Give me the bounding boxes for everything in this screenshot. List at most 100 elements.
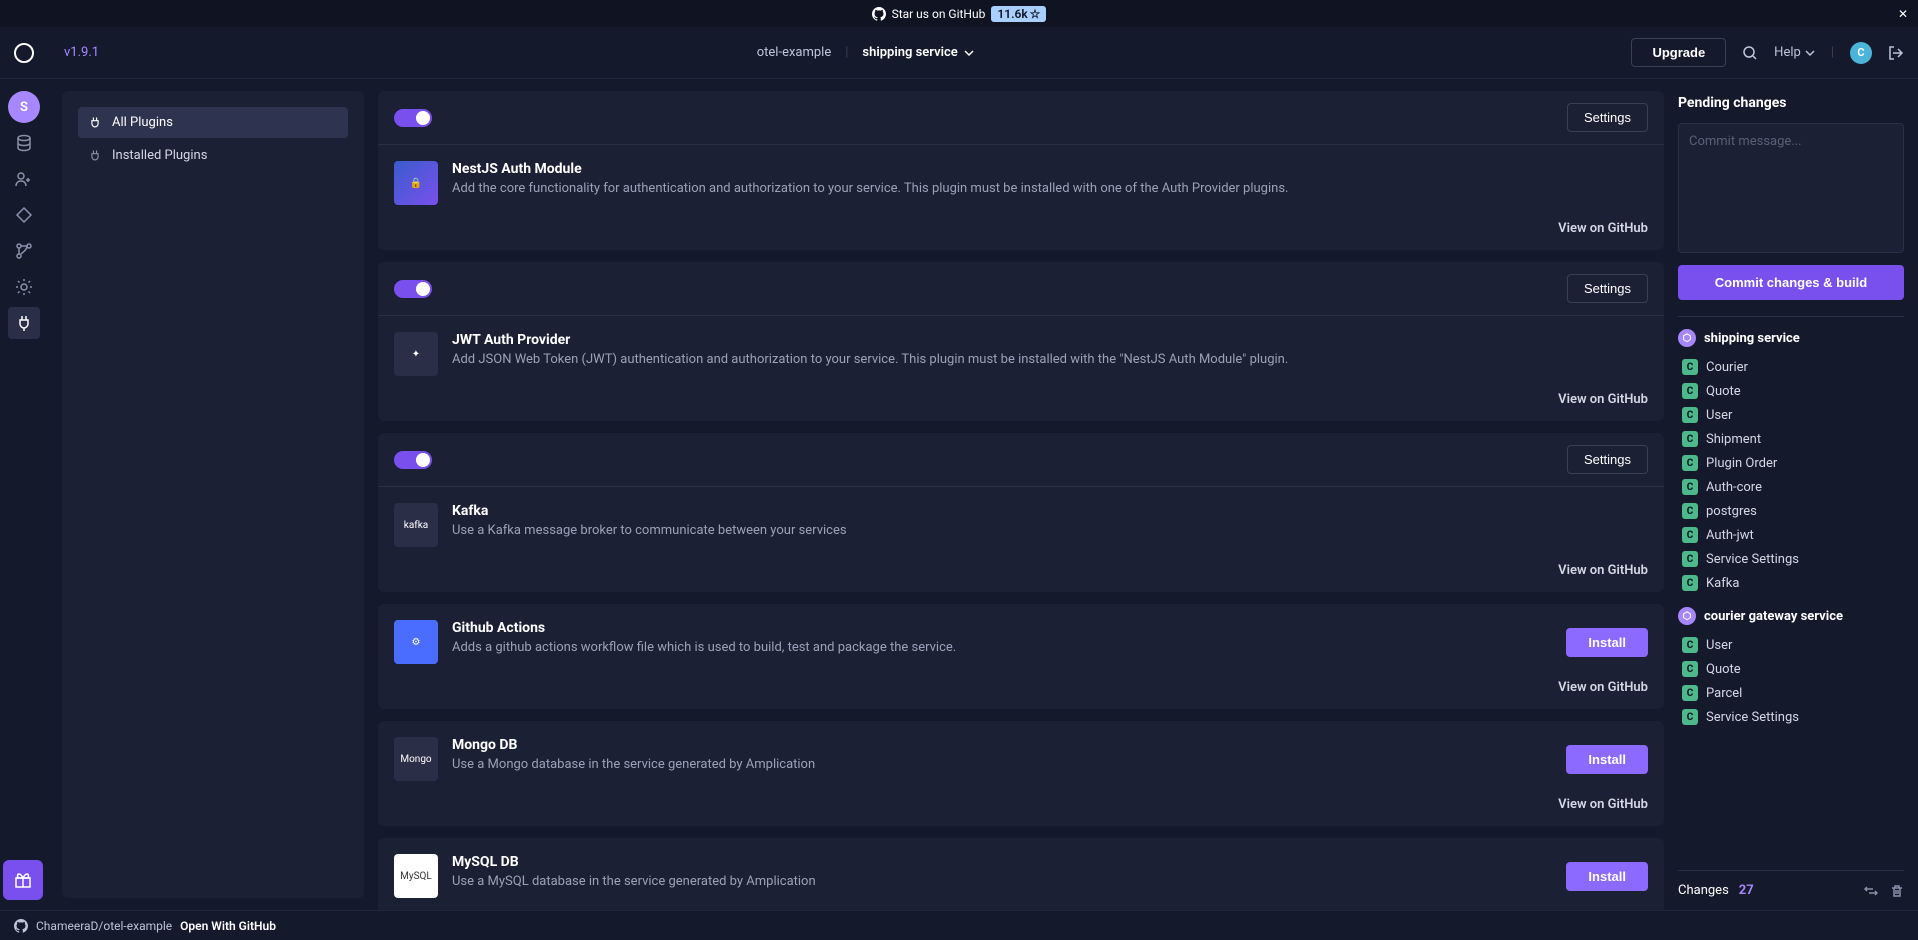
gift-button[interactable] bbox=[3, 860, 43, 900]
service-group: ⬡shipping serviceCCourierCQuoteCUserCShi… bbox=[1678, 329, 1904, 595]
help-link[interactable]: Help bbox=[1774, 45, 1815, 60]
discard-icon[interactable] bbox=[1890, 884, 1904, 898]
divider: | bbox=[845, 45, 848, 60]
app-logo-icon[interactable] bbox=[14, 43, 34, 63]
plugin-description: Adds a github actions workflow file whic… bbox=[452, 640, 956, 655]
plugin-body: ✦ JWT Auth Provider Add JSON Web Token (… bbox=[378, 316, 1664, 392]
nav-roles-icon[interactable] bbox=[8, 163, 40, 195]
service-title[interactable]: ⬡ shipping service bbox=[1678, 329, 1904, 347]
change-label: User bbox=[1706, 408, 1732, 423]
plugin-toggle[interactable] bbox=[394, 451, 432, 469]
star-count-badge[interactable]: 11.6k ☆ bbox=[991, 6, 1046, 22]
compare-icon[interactable] bbox=[1864, 884, 1878, 898]
app-footer: ChameeraD/otel-example Open With GitHub bbox=[0, 910, 1918, 940]
change-label: Quote bbox=[1706, 384, 1741, 399]
change-item[interactable]: CCourier bbox=[1678, 355, 1904, 379]
plugin-icon: Mongo bbox=[394, 737, 438, 781]
github-icon bbox=[14, 919, 28, 933]
service-dot-icon: ⬡ bbox=[1678, 329, 1696, 347]
plug-icon bbox=[88, 116, 102, 130]
change-label: Shipment bbox=[1706, 432, 1761, 447]
panel-title: Pending changes bbox=[1678, 95, 1904, 111]
view-github-link[interactable]: View on GitHub bbox=[1558, 563, 1648, 578]
change-item[interactable]: CPlugin Order bbox=[1678, 451, 1904, 475]
plugin-body: 🔒 NestJS Auth Module Add the core functi… bbox=[378, 145, 1664, 221]
nav-iconbar: S bbox=[0, 79, 48, 910]
plugin-description: Add the core functionality for authentic… bbox=[452, 181, 1288, 196]
chevron-down-icon bbox=[964, 48, 974, 58]
service-name: courier gateway service bbox=[1704, 609, 1843, 624]
sidebar-item-installed-plugins[interactable]: Installed Plugins bbox=[78, 140, 348, 171]
github-star-banner: Star us on GitHub 11.6k ☆ ✕ bbox=[0, 0, 1918, 27]
divider: | bbox=[1831, 45, 1834, 60]
service-dot-icon: ⬡ bbox=[1678, 607, 1696, 625]
nav-plugins-icon[interactable] bbox=[8, 307, 40, 339]
nav-diamond-icon[interactable] bbox=[8, 199, 40, 231]
plugin-card: Mongo Mongo DB Use a Mongo database in t… bbox=[378, 721, 1664, 826]
commit-message-input[interactable] bbox=[1689, 134, 1893, 242]
plugin-install-button[interactable]: Install bbox=[1566, 745, 1648, 774]
change-item[interactable]: CUser bbox=[1678, 403, 1904, 427]
nav-git-icon[interactable] bbox=[8, 235, 40, 267]
plugin-settings-button[interactable]: Settings bbox=[1567, 103, 1648, 132]
plugin-icon: ✦ bbox=[394, 332, 438, 376]
change-item[interactable]: CAuth-core bbox=[1678, 475, 1904, 499]
plugin-install-button[interactable]: Install bbox=[1566, 628, 1648, 657]
plugin-description: Use a Mongo database in the service gene… bbox=[452, 757, 815, 772]
plug-icon bbox=[88, 149, 102, 163]
plugin-settings-button[interactable]: Settings bbox=[1567, 274, 1648, 303]
changes-list: ⬡shipping serviceCCourierCQuoteCUserCShi… bbox=[1678, 316, 1904, 862]
sidebar-item-all-plugins[interactable]: All Plugins bbox=[78, 107, 348, 138]
change-item[interactable]: CShipment bbox=[1678, 427, 1904, 451]
workspace-badge[interactable]: S bbox=[8, 91, 40, 123]
search-icon[interactable] bbox=[1742, 45, 1758, 61]
commit-build-button[interactable]: Commit changes & build bbox=[1678, 265, 1904, 300]
banner-close-icon[interactable]: ✕ bbox=[1898, 7, 1908, 21]
view-github-link[interactable]: View on GitHub bbox=[1558, 680, 1648, 695]
logout-icon[interactable] bbox=[1888, 45, 1904, 61]
plugin-install-button[interactable]: Install bbox=[1566, 862, 1648, 891]
change-label: Service Settings bbox=[1706, 552, 1799, 567]
plugin-head: Settings bbox=[378, 91, 1664, 145]
upgrade-button[interactable]: Upgrade bbox=[1631, 38, 1726, 67]
service-name: shipping service bbox=[1704, 331, 1800, 346]
plugin-title: Mongo DB bbox=[452, 737, 815, 753]
change-item[interactable]: CParcel bbox=[1678, 681, 1904, 705]
service-title[interactable]: ⬡ courier gateway service bbox=[1678, 607, 1904, 625]
plugin-toggle[interactable] bbox=[394, 280, 432, 298]
change-item[interactable]: CKafka bbox=[1678, 571, 1904, 595]
change-item[interactable]: CService Settings bbox=[1678, 547, 1904, 571]
sidebar-item-label: Installed Plugins bbox=[112, 148, 207, 163]
changes-count: 27 bbox=[1739, 883, 1754, 898]
plugin-settings-button[interactable]: Settings bbox=[1567, 445, 1648, 474]
plugin-icon: MySQL bbox=[394, 854, 438, 898]
nav-database-icon[interactable] bbox=[8, 127, 40, 159]
change-item[interactable]: CQuote bbox=[1678, 379, 1904, 403]
plugins-sidebar: All Plugins Installed Plugins bbox=[62, 91, 364, 898]
change-item[interactable]: Cpostgres bbox=[1678, 499, 1904, 523]
change-label: Kafka bbox=[1706, 576, 1739, 591]
service-selector[interactable]: shipping service bbox=[862, 45, 973, 60]
view-github-link[interactable]: View on GitHub bbox=[1558, 392, 1648, 407]
project-name[interactable]: otel-example bbox=[757, 45, 831, 60]
nav-settings-icon[interactable] bbox=[8, 271, 40, 303]
change-badge: C bbox=[1682, 359, 1698, 375]
open-github-link[interactable]: Open With GitHub bbox=[180, 919, 276, 933]
view-github-link[interactable]: View on GitHub bbox=[1558, 797, 1648, 812]
plugin-card: Settings 🔒 NestJS Auth Module Add the co… bbox=[378, 91, 1664, 250]
view-github-link[interactable]: View on GitHub bbox=[1558, 221, 1648, 236]
plugin-head: Settings bbox=[378, 262, 1664, 316]
repo-path[interactable]: ChameeraD/otel-example bbox=[36, 919, 172, 933]
plugin-foot: View on GitHub bbox=[378, 797, 1664, 826]
plugin-body: MySQL MySQL DB Use a MySQL database in t… bbox=[378, 838, 1664, 910]
sidebar-item-label: All Plugins bbox=[112, 115, 173, 130]
changes-footer: Changes 27 bbox=[1678, 870, 1904, 910]
plugin-toggle[interactable] bbox=[394, 109, 432, 127]
change-item[interactable]: CService Settings bbox=[1678, 705, 1904, 729]
change-badge: C bbox=[1682, 479, 1698, 495]
user-avatar[interactable]: C bbox=[1850, 42, 1872, 64]
change-item[interactable]: CUser bbox=[1678, 633, 1904, 657]
change-item[interactable]: CAuth-jwt bbox=[1678, 523, 1904, 547]
plugin-title: JWT Auth Provider bbox=[452, 332, 1288, 348]
change-item[interactable]: CQuote bbox=[1678, 657, 1904, 681]
